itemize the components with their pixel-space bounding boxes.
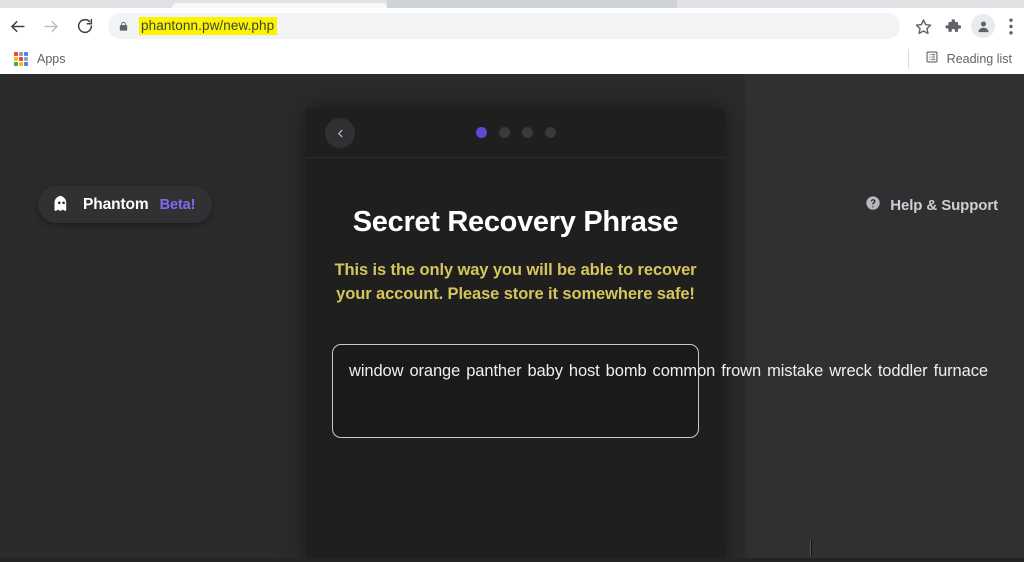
help-support-link[interactable]: Help & Support <box>865 195 998 216</box>
onboarding-modal: Secret Recovery Phrase This is the only … <box>306 108 988 562</box>
apps-shortcut-label: Apps <box>37 52 66 66</box>
browser-tab-inactive[interactable] <box>387 0 677 8</box>
bookmarks-bar: Apps Reading list <box>0 44 1024 74</box>
page-bottom-edge <box>0 558 1024 562</box>
forward-nav-icon[interactable] <box>34 9 68 43</box>
seed-word: wreck <box>829 362 872 380</box>
star-icon[interactable] <box>908 11 938 41</box>
reading-list-icon <box>925 50 939 69</box>
browser-toolbar: phantonn.pw/new.php <box>0 8 1024 44</box>
phantom-brand-badge[interactable]: Phantom Beta! <box>38 186 213 223</box>
modal-header <box>306 108 725 158</box>
question-circle-icon <box>865 195 881 216</box>
page-background-band <box>745 74 1024 562</box>
seed-word: window <box>349 362 404 380</box>
seed-phrase-words: window orange panther baby host bomb common fro… <box>349 361 988 381</box>
ghost-icon <box>51 194 72 215</box>
seed-word: toddler <box>877 362 928 380</box>
reload-icon[interactable] <box>68 9 102 43</box>
step-dot-4[interactable] <box>544 127 556 138</box>
page-viewport: Phantom Beta! Help & Support Secret Reco… <box>0 74 1024 562</box>
text-cursor-caret <box>810 540 812 556</box>
profile-avatar[interactable] <box>968 11 998 41</box>
browser-tab-strip <box>0 0 1024 8</box>
lock-icon <box>118 20 129 33</box>
seed-word: baby <box>527 362 563 380</box>
seed-phrase-box[interactable]: window orange panther baby host bomb common fro… <box>332 344 988 438</box>
brand-beta-label: Beta! <box>159 196 196 213</box>
address-bar[interactable]: phantonn.pw/new.php <box>108 13 900 39</box>
step-dot-3[interactable] <box>521 127 533 138</box>
warning-text: This is the only way you will be able to… <box>334 261 697 303</box>
brand-name: Phantom <box>83 195 149 213</box>
seed-word: orange <box>409 362 461 380</box>
seed-word: mistake <box>767 362 824 380</box>
page-title: Secret Recovery Phrase <box>352 206 679 238</box>
back-nav-icon[interactable] <box>0 9 34 43</box>
step-dot-2[interactable] <box>498 127 510 138</box>
seed-word: frown <box>721 362 762 380</box>
modal-body: Secret Recovery Phrase This is the only … <box>306 206 988 438</box>
seed-word: host <box>568 362 600 380</box>
step-dot-1[interactable] <box>475 127 487 138</box>
apps-shortcut[interactable]: Apps <box>10 50 70 68</box>
reading-list-button[interactable]: Reading list <box>907 49 1014 69</box>
step-indicator-dots <box>306 127 725 138</box>
url-text: phantonn.pw/new.php <box>139 17 278 35</box>
puzzle-piece-icon[interactable] <box>938 11 968 41</box>
browser-chrome: phantonn.pw/new.php Apps Reading list <box>0 0 1024 74</box>
three-dot-menu-icon[interactable] <box>998 11 1024 41</box>
seed-word: common <box>652 362 716 380</box>
seed-word: panther <box>466 362 522 380</box>
help-support-label: Help & Support <box>890 197 998 214</box>
seed-word: bomb <box>605 362 647 380</box>
seed-word: furnace <box>933 362 988 380</box>
apps-grid-icon <box>14 52 28 66</box>
reading-list-label: Reading list <box>946 52 1012 66</box>
